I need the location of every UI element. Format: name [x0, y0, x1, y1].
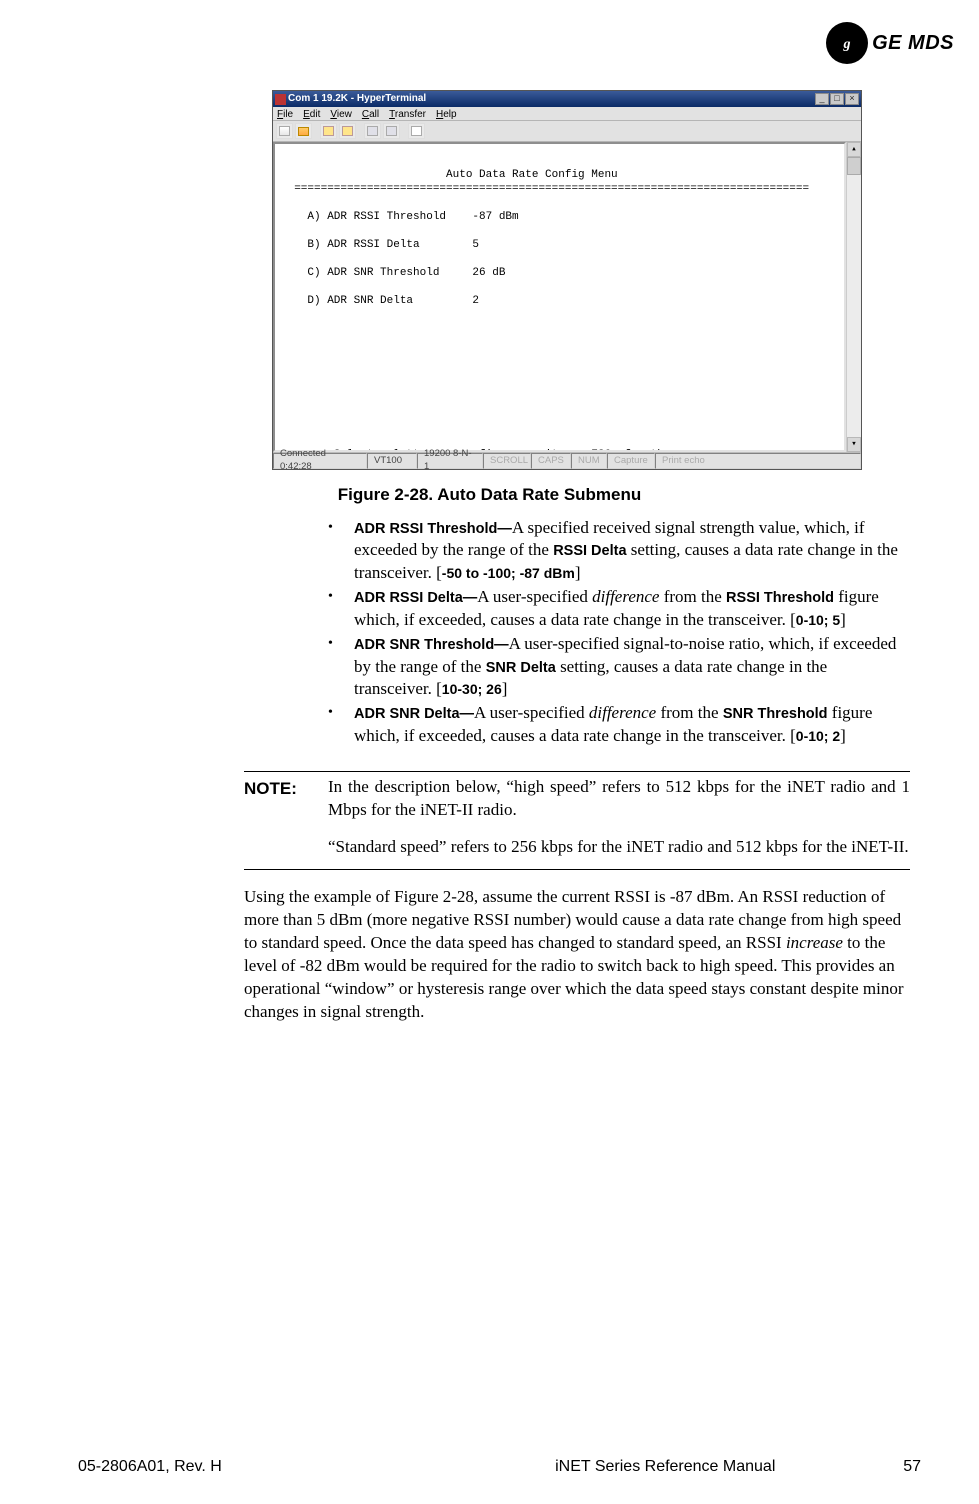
maximize-button[interactable]: □ [830, 93, 844, 105]
bullet-icon: • [328, 702, 354, 747]
menu-file[interactable]: File [277, 108, 293, 119]
param-name: ADR SNR Delta— [354, 706, 474, 722]
scroll-thumb[interactable] [847, 157, 861, 175]
note-body: In the description below, “high speed” r… [328, 776, 910, 859]
list-item: •ADR SNR Delta—A user-specified differen… [328, 702, 908, 747]
param-range: 0-10; 5 [796, 612, 840, 628]
scroll-up-icon[interactable]: ▴ [847, 142, 861, 157]
bullet-body: ADR SNR Delta—A user-specified differenc… [354, 702, 908, 747]
menu-transfer[interactable]: Transfer [389, 108, 426, 119]
param-name: ADR RSSI Threshold— [354, 521, 512, 537]
close-button[interactable]: × [845, 93, 859, 105]
page-footer: 05-2806A01, Rev. H iNET Series Reference… [0, 1456, 979, 1478]
emphasis: increase [786, 933, 843, 952]
bullet-body: ADR RSSI Threshold—A specified received … [354, 517, 908, 584]
toolbar [273, 121, 861, 142]
param-name: ADR RSSI Delta— [354, 590, 477, 606]
send-icon[interactable] [364, 123, 381, 139]
emphasis: difference [592, 587, 659, 606]
ge-monogram-icon: g [826, 22, 868, 64]
param-range: 0-10; 2 [796, 728, 840, 744]
terminal-window: Com 1 19.2K - HyperTerminal _ □ × File E… [272, 90, 862, 470]
statusbar: Connected 0:42:28 VT100 19200 8-N-1 SCRO… [273, 452, 861, 469]
menu-edit[interactable]: Edit [303, 108, 320, 119]
bullet-icon: • [328, 633, 354, 700]
note-p1: In the description below, “high speed” r… [328, 776, 910, 822]
status-emulation: VT100 [367, 453, 417, 469]
receive-icon[interactable] [383, 123, 400, 139]
open-icon[interactable] [295, 123, 312, 139]
note-rule-bottom [244, 869, 910, 870]
menu-call[interactable]: Call [362, 108, 379, 119]
list-item: •ADR RSSI Threshold—A specified received… [328, 517, 908, 584]
menubar: File Edit View Call Transfer Help [273, 107, 861, 121]
body-paragraph: Using the example of Figure 2-28, assume… [244, 886, 910, 1024]
param-ref: SNR Delta [486, 660, 556, 676]
new-icon[interactable] [276, 123, 293, 139]
param-name: ADR SNR Threshold— [354, 637, 509, 653]
footer-doc-id: 05-2806A01, Rev. H [78, 1456, 470, 1478]
figure-caption: Figure 2-28. Auto Data Rate Submenu [0, 484, 979, 507]
list-item: •ADR SNR Threshold—A user-specified sign… [328, 633, 908, 700]
scrollbar[interactable]: ▴ ▾ [846, 142, 861, 452]
bullet-body: ADR SNR Threshold—A user-specified signa… [354, 633, 908, 700]
scroll-down-icon[interactable]: ▾ [847, 437, 861, 452]
disconnect-icon[interactable] [339, 123, 356, 139]
brand-logo: g GE MDS [826, 22, 954, 64]
status-connected: Connected 0:42:28 [273, 453, 367, 469]
status-port: 19200 8-N-1 [417, 453, 483, 469]
parameter-list: •ADR RSSI Threshold—A specified received… [328, 517, 908, 747]
status-caps: CAPS [531, 453, 571, 469]
properties-icon[interactable] [408, 123, 425, 139]
note-label: NOTE: [244, 776, 328, 859]
app-icon [275, 94, 286, 105]
note-p2: “Standard speed” refers to 256 kbps for … [328, 836, 910, 859]
status-capture: Capture [607, 453, 655, 469]
svg-text:g: g [843, 37, 851, 52]
terminal-output[interactable]: Auto Data Rate Config Menu =============… [273, 142, 846, 452]
status-scroll: SCROLL [483, 453, 531, 469]
bullet-body: ADR RSSI Delta—A user-specified differen… [354, 586, 908, 631]
param-ref: RSSI Delta [553, 543, 626, 559]
bullet-icon: • [328, 586, 354, 631]
footer-page: 57 [861, 1456, 921, 1478]
menu-help[interactable]: Help [436, 108, 457, 119]
window-titlebar[interactable]: Com 1 19.2K - HyperTerminal _ □ × [273, 91, 861, 107]
brand-text: GE MDS [872, 30, 954, 57]
status-num: NUM [571, 453, 607, 469]
param-ref: SNR Threshold [723, 706, 828, 722]
note-block: NOTE: In the description below, “high sp… [244, 776, 910, 859]
param-range: 10-30; 26 [442, 681, 502, 697]
menu-view[interactable]: View [330, 108, 352, 119]
param-ref: RSSI Threshold [726, 590, 834, 606]
emphasis: difference [589, 703, 656, 722]
param-range: -50 to -100; -87 dBm [442, 565, 575, 581]
bullet-icon: • [328, 517, 354, 584]
status-echo: Print echo [655, 453, 861, 469]
connect-icon[interactable] [320, 123, 337, 139]
footer-doc-name: iNET Series Reference Manual [470, 1456, 862, 1478]
note-rule-top [244, 771, 910, 772]
window-title: Com 1 19.2K - HyperTerminal [288, 92, 426, 106]
list-item: •ADR RSSI Delta—A user-specified differe… [328, 586, 908, 631]
minimize-button[interactable]: _ [815, 93, 829, 105]
